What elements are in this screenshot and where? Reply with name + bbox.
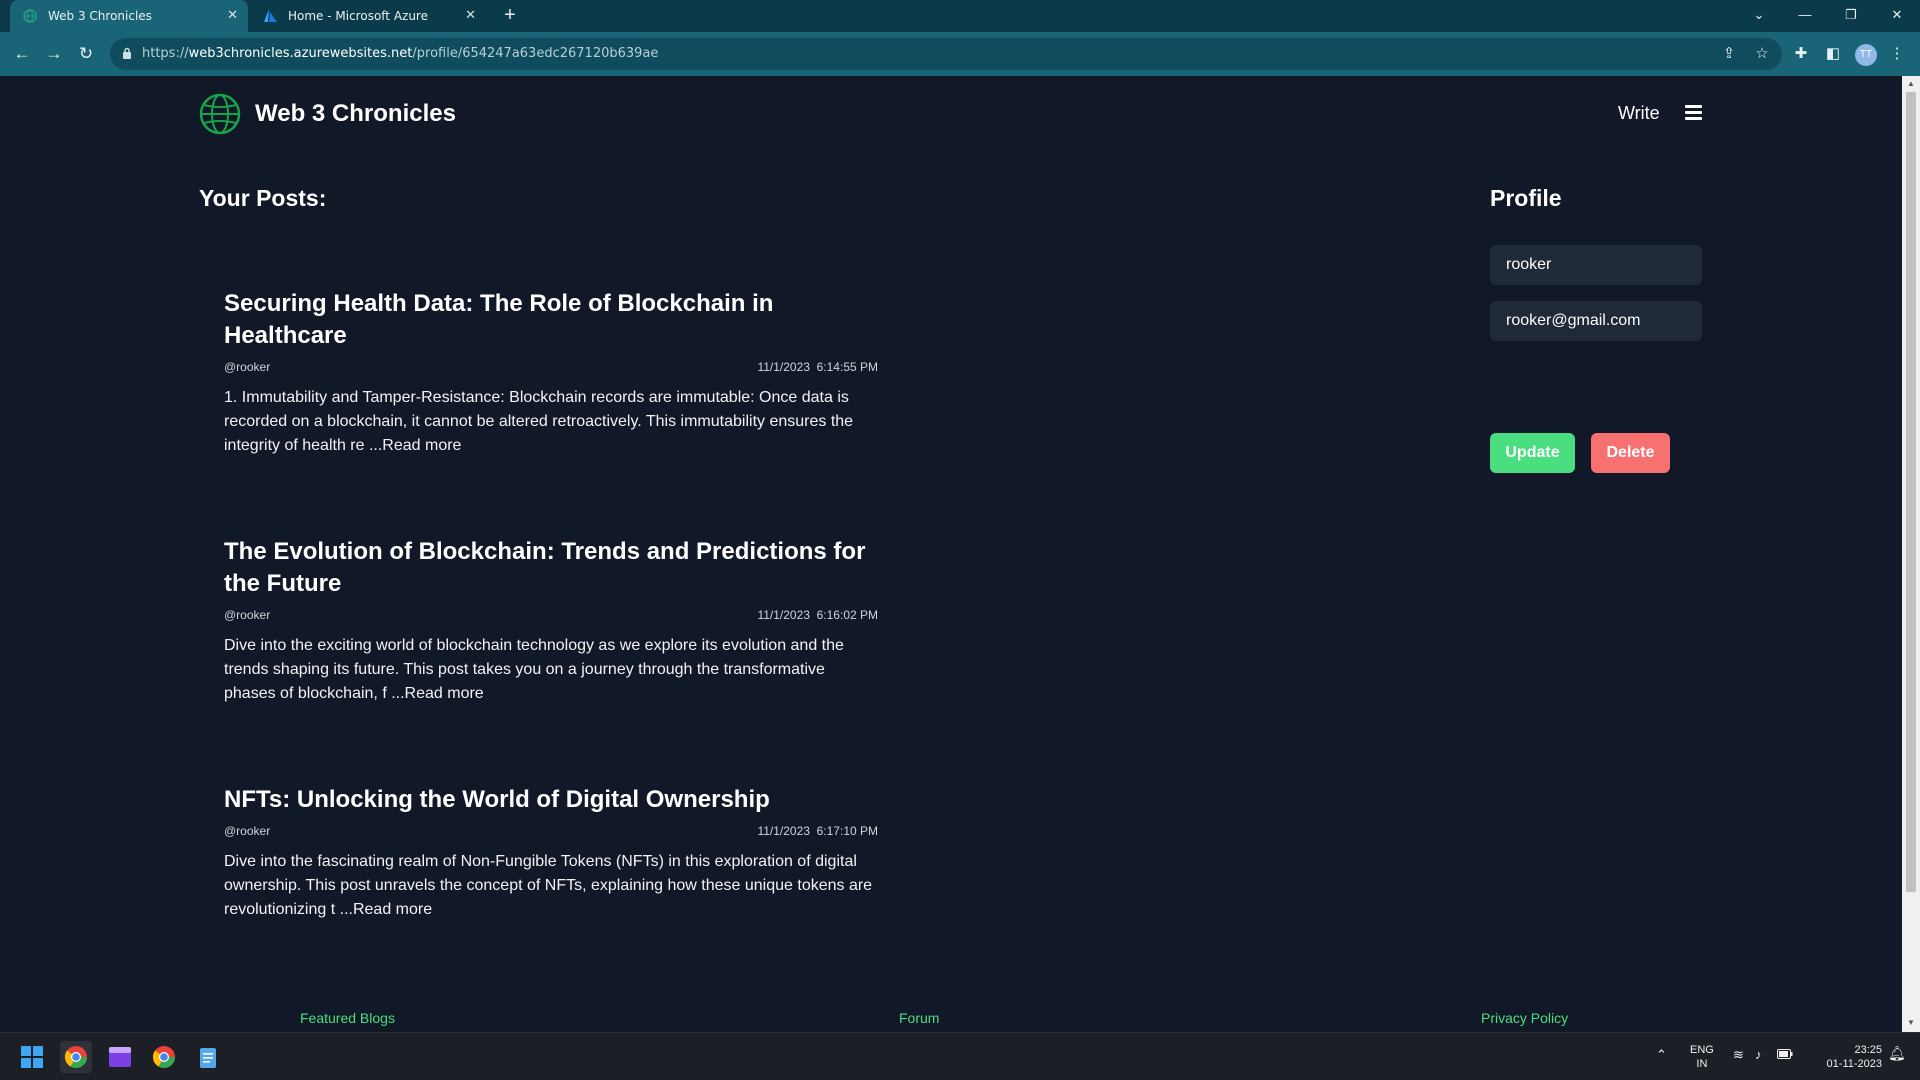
post-title[interactable]: NFTs: Unlocking the World of Digital Own… [224, 784, 878, 816]
post-card: NFTs: Unlocking the World of Digital Own… [224, 784, 878, 922]
posts-heading: Your Posts: [199, 185, 327, 211]
close-tab-icon[interactable]: ✕ [227, 8, 238, 23]
windows-taskbar: ⌃ ENG IN ≋ ♪ 23:25 01-11-2023 🔔︎ [0, 1032, 1920, 1080]
site-brand[interactable]: Web 3 Chronicles [199, 93, 456, 135]
post-title[interactable]: The Evolution of Blockchain: Trends and … [224, 536, 878, 600]
azure-favicon-icon [262, 8, 278, 24]
volume-icon[interactable]: ♪ [1755, 1048, 1762, 1062]
read-more-link[interactable]: ...Read more [391, 685, 483, 702]
lock-icon [122, 47, 132, 65]
tab-web3-chronicles[interactable]: Web 3 Chronicles ✕ [10, 0, 248, 32]
tab-title: Home - Microsoft Azure [288, 9, 428, 23]
scrollbar-thumb[interactable] [1906, 92, 1916, 892]
post-author: @rooker [224, 360, 271, 374]
scroll-down-icon[interactable]: ▼ [1906, 1018, 1916, 1027]
post-excerpt: 1. Immutability and Tamper-Resistance: B… [224, 389, 854, 454]
chrome-profile-taskbar-icon[interactable] [148, 1041, 180, 1073]
back-arrow-icon[interactable]: ← [11, 43, 33, 65]
side-panel-icon[interactable]: ◧ [1822, 43, 1844, 65]
page-viewport: Web 3 Chronicles Write Your Posts: Secur… [0, 76, 1902, 1032]
restore-icon[interactable]: ❐ [1839, 4, 1863, 26]
scroll-up-icon[interactable]: ▲ [1906, 79, 1916, 88]
share-icon[interactable]: ⇪ [1718, 43, 1740, 65]
chrome-menu-icon[interactable]: ⋮ [1886, 43, 1908, 65]
close-window-icon[interactable]: ✕ [1885, 4, 1909, 26]
tab-title: Web 3 Chronicles [48, 9, 152, 23]
profile-heading: Profile [1490, 185, 1562, 211]
url-text: https://web3chronicles.azurewebsites.net… [142, 46, 659, 61]
write-link[interactable]: Write [1618, 103, 1660, 124]
post-author: @rooker [224, 824, 271, 838]
notepad-taskbar-icon[interactable] [192, 1041, 224, 1073]
read-more-link[interactable]: ...Read more [369, 437, 461, 454]
post-meta: @rooker 11/1/2023 6:16:02 PM [224, 606, 878, 626]
tab-microsoft-azure[interactable]: Home - Microsoft Azure ✕ [250, 0, 486, 32]
site-title: Web 3 Chronicles [255, 100, 456, 127]
battery-icon[interactable] [1777, 1049, 1793, 1063]
tab-search-chevron-icon[interactable]: ⌄ [1747, 4, 1771, 26]
post-card: The Evolution of Blockchain: Trends and … [224, 536, 878, 706]
page-scrollbar[interactable]: ▲ ▼ [1902, 76, 1920, 1032]
windows-start-icon[interactable] [16, 1041, 48, 1073]
minimize-icon[interactable]: — [1793, 4, 1817, 26]
browser-tabstrip: Web 3 Chronicles ✕ Home - Microsoft Azur… [0, 0, 1920, 32]
post-meta: @rooker 11/1/2023 6:17:10 PM [224, 822, 878, 842]
post-datetime: 11/1/2023 6:14:55 PM [757, 360, 878, 374]
tray-chevron-icon[interactable]: ⌃ [1656, 1048, 1667, 1062]
update-button[interactable]: Update [1490, 433, 1575, 473]
delete-button[interactable]: Delete [1591, 433, 1670, 473]
notification-bell-icon[interactable]: 🔔︎ [1888, 1046, 1906, 1060]
post-meta: @rooker 11/1/2023 6:14:55 PM [224, 358, 878, 378]
post-excerpt: Dive into the exciting world of blockcha… [224, 637, 844, 702]
post-datetime: 11/1/2023 6:16:02 PM [757, 608, 878, 622]
post-excerpt: Dive into the fascinating realm of Non-F… [224, 853, 873, 918]
profile-avatar[interactable]: TT [1855, 44, 1877, 66]
post-card: Securing Health Data: The Role of Blockc… [224, 288, 878, 458]
post-author: @rooker [224, 608, 271, 622]
footer-privacy-policy-link[interactable]: Privacy Policy [1481, 1010, 1568, 1026]
close-tab-icon[interactable]: ✕ [465, 8, 476, 23]
clipchamp-taskbar-icon[interactable] [104, 1041, 136, 1073]
reload-icon[interactable]: ↻ [75, 43, 97, 65]
globe-logo-icon [199, 93, 241, 135]
footer-featured-blogs-link[interactable]: Featured Blogs [300, 1010, 395, 1026]
forward-arrow-icon[interactable]: → [43, 43, 65, 65]
extensions-puzzle-icon[interactable]: ✚ [1790, 43, 1812, 65]
new-tab-plus-icon[interactable]: + [498, 4, 522, 28]
chrome-taskbar-icon[interactable] [60, 1041, 92, 1073]
email-field[interactable] [1490, 301, 1702, 341]
username-field[interactable] [1490, 245, 1702, 285]
read-more-link[interactable]: ...Read more [340, 901, 432, 918]
clock[interactable]: 23:25 01-11-2023 [1812, 1043, 1882, 1071]
post-title[interactable]: Securing Health Data: The Role of Blockc… [224, 288, 878, 352]
wifi-icon[interactable]: ≋ [1733, 1048, 1744, 1062]
language-indicator[interactable]: ENG IN [1690, 1043, 1714, 1071]
footer-forum-link[interactable]: Forum [899, 1010, 939, 1026]
globe-favicon-icon [22, 8, 38, 24]
hamburger-menu-icon[interactable] [1685, 105, 1702, 121]
bookmark-star-icon[interactable]: ☆ [1751, 43, 1773, 65]
post-datetime: 11/1/2023 6:17:10 PM [757, 824, 878, 838]
address-bar[interactable]: https://web3chronicles.azurewebsites.net… [110, 38, 1782, 70]
browser-toolbar: ← → ↻ https://web3chronicles.azurewebsit… [0, 32, 1920, 76]
